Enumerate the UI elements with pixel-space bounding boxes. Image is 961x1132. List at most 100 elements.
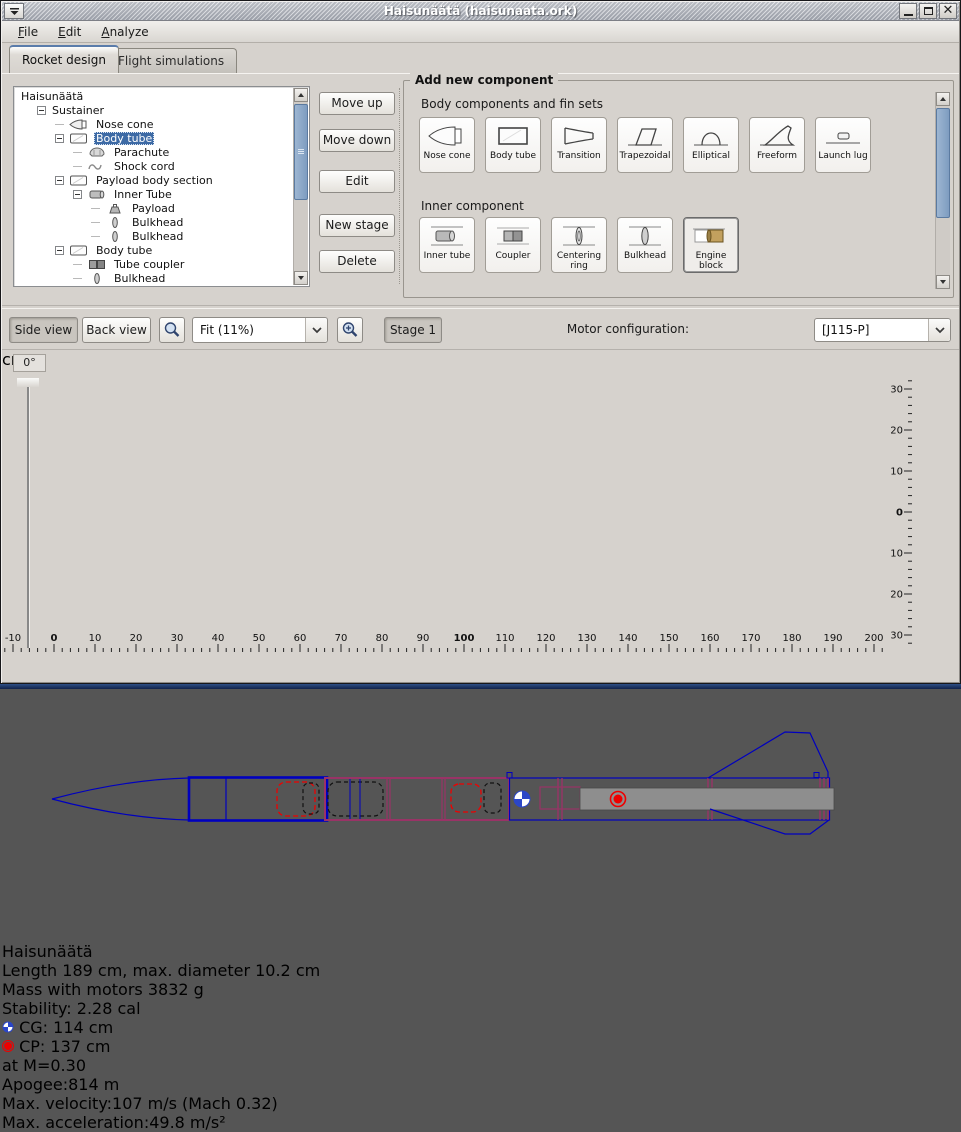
tree-item-inner-tube[interactable]: Inner Tube xyxy=(15,187,293,201)
add-freeform-button[interactable]: Freeform xyxy=(749,117,805,173)
collapse-icon[interactable] xyxy=(73,190,82,199)
bulkhead-icon xyxy=(86,272,108,285)
minimize-icon xyxy=(904,14,913,16)
tree-item-body-tube[interactable]: Body tube xyxy=(15,131,293,145)
add-inner-tube-button[interactable]: Inner tube xyxy=(419,217,475,273)
svg-text:120: 120 xyxy=(536,633,555,644)
svg-text:80: 80 xyxy=(376,633,389,644)
maximize-button[interactable] xyxy=(919,3,937,19)
rotation-slider-handle[interactable] xyxy=(17,378,39,387)
scroll-down-button[interactable] xyxy=(294,271,308,285)
collapse-icon[interactable] xyxy=(55,176,64,185)
horizontal-ruler: -100102030405060708090100110120130140150… xyxy=(2,631,886,652)
add-coupler-button[interactable]: Coupler xyxy=(485,217,541,273)
dropdown-button[interactable] xyxy=(305,318,327,342)
tree-item-body-tube[interactable]: Body tube xyxy=(15,243,293,257)
add-engine-block-button[interactable]: Engine block xyxy=(683,217,739,273)
zoom-out-button[interactable] xyxy=(159,317,185,343)
panel-splitter-vertical[interactable] xyxy=(399,88,400,284)
svg-text:60: 60 xyxy=(294,633,307,644)
svg-text:170: 170 xyxy=(741,633,760,644)
tree-item-nose-cone[interactable]: Nose cone xyxy=(15,117,293,131)
tree-item-label: Body tube xyxy=(94,244,154,257)
scroll-down-button[interactable] xyxy=(936,275,950,289)
add-centering-ring-button[interactable]: Centering ring xyxy=(551,217,607,273)
scroll-up-button[interactable] xyxy=(936,92,950,106)
nosecone-icon xyxy=(425,121,469,151)
add-launch-lug-button[interactable]: Launch lug xyxy=(815,117,871,173)
menu-analyze[interactable]: Analyze xyxy=(91,23,158,41)
tree-item-bulkhead[interactable]: Bulkhead xyxy=(15,215,293,229)
collapse-icon[interactable] xyxy=(37,106,46,115)
add-body-tube-button[interactable]: Body tube xyxy=(485,117,541,173)
group-label-inner: Inner component xyxy=(421,199,524,213)
fin-shapes xyxy=(708,732,829,834)
svg-text:90: 90 xyxy=(417,633,430,644)
tree-item-label: Bulkhead xyxy=(130,216,185,229)
tree-item-bulkhead[interactable]: Bulkhead xyxy=(15,271,293,285)
tree-item-shock-cord[interactable]: Shock cord xyxy=(15,159,293,173)
transition-icon xyxy=(557,121,601,151)
new-stage-button[interactable]: New stage xyxy=(319,214,395,237)
launchlug-icon xyxy=(821,121,865,151)
payload-icon xyxy=(104,202,126,215)
zoom-select[interactable]: Fit (11%) xyxy=(192,317,328,343)
component-label: Engine block xyxy=(684,251,738,271)
back-view-button[interactable]: Back view xyxy=(82,317,151,343)
add-nose-cone-button[interactable]: Nose cone xyxy=(419,117,475,173)
side-view-button[interactable]: Side view xyxy=(9,317,78,343)
stability-info: Stability: 2.28 cal CG: 114 cm CP: 137 c… xyxy=(2,999,959,1075)
component-label: Elliptical xyxy=(692,151,730,161)
tree-item-payload-body-section[interactable]: Payload body section xyxy=(15,173,293,187)
collapse-icon[interactable] xyxy=(55,246,64,255)
move-up-button[interactable]: Move up xyxy=(319,92,395,115)
engineblock-icon xyxy=(689,221,733,251)
tree-connector xyxy=(73,152,82,153)
edit-button[interactable]: Edit xyxy=(319,170,395,193)
svg-text:10: 10 xyxy=(891,549,903,560)
menu-file[interactable]: File xyxy=(8,23,48,41)
add-transition-button[interactable]: Transition xyxy=(551,117,607,173)
vertical-ruler: -30-20-100102030 xyxy=(891,369,913,652)
dropdown-button[interactable] xyxy=(928,319,950,341)
svg-text:70: 70 xyxy=(335,633,348,644)
tab-flight-simulations[interactable]: Flight simulations xyxy=(105,48,237,73)
svg-text:130: 130 xyxy=(577,633,596,644)
titlebar[interactable]: Haisunäätä (haisunaata.ork) ✕ xyxy=(2,2,959,21)
tree-connector xyxy=(73,278,82,279)
panel-splitter-horizontal[interactable] xyxy=(2,305,959,309)
motor-config-select[interactable]: [J115-P] xyxy=(814,318,951,342)
add-trapezoidal-button[interactable]: Trapezoidal xyxy=(617,117,673,173)
rotation-slider-track[interactable] xyxy=(27,382,30,648)
rocket-canvas[interactable]: Haisunäätä Length 189 cm, max. diameter … xyxy=(2,656,959,1132)
scrollbar-thumb[interactable] xyxy=(294,104,308,200)
arrow-down-icon xyxy=(298,276,304,280)
flight-stat-row: Max. acceleration:49.8 m/s² xyxy=(2,1113,959,1132)
menu-edit[interactable]: Edit xyxy=(48,23,91,41)
move-down-button[interactable]: Move down xyxy=(319,129,395,152)
close-button[interactable]: ✕ xyxy=(939,3,957,19)
collapse-icon[interactable] xyxy=(55,134,64,143)
tree-scrollbar[interactable] xyxy=(293,88,308,285)
tree-item-haisunäätä[interactable]: Haisunäätä xyxy=(15,89,293,103)
tab-rocket-design[interactable]: Rocket design xyxy=(9,45,119,73)
innertube-icon xyxy=(86,188,108,201)
tree-item-tube-coupler[interactable]: Tube coupler xyxy=(15,257,293,271)
tree-item-sustainer[interactable]: Sustainer xyxy=(15,103,293,117)
tree-item-payload[interactable]: Payload xyxy=(15,201,293,215)
svg-text:10: 10 xyxy=(89,633,102,644)
delete-button[interactable]: Delete xyxy=(319,250,395,273)
tree-connector xyxy=(91,236,100,237)
stage-1-toggle[interactable]: Stage 1 xyxy=(384,317,442,343)
scrollbar-thumb[interactable] xyxy=(936,108,950,218)
component-scrollbar[interactable] xyxy=(935,92,950,289)
add-bulkhead-button[interactable]: Bulkhead xyxy=(617,217,673,273)
scroll-up-button[interactable] xyxy=(294,88,308,102)
tree-item-parachute[interactable]: Parachute xyxy=(15,145,293,159)
minimize-button[interactable] xyxy=(899,3,917,19)
svg-text:160: 160 xyxy=(700,633,719,644)
tree-item-bulkhead[interactable]: Bulkhead xyxy=(15,229,293,243)
zoom-in-button[interactable] xyxy=(337,317,363,343)
add-elliptical-button[interactable]: Elliptical xyxy=(683,117,739,173)
svg-text:140: 140 xyxy=(618,633,637,644)
